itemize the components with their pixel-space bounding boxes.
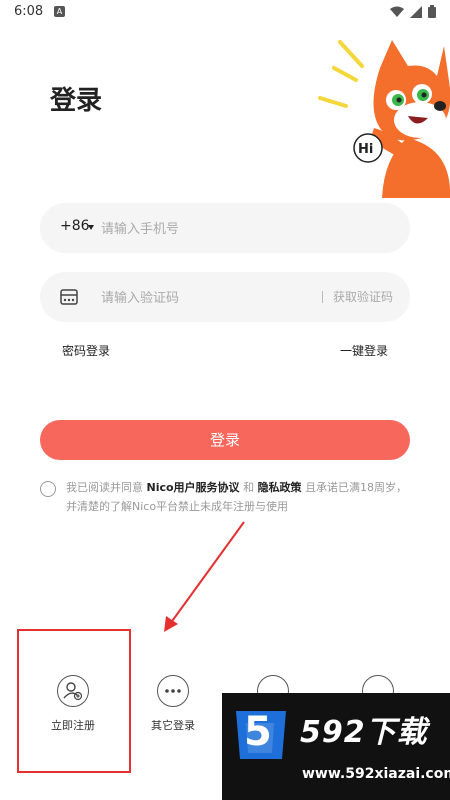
annotation-arrow [164,521,245,632]
privacy-link[interactable]: 隐私政策 [258,481,302,494]
app-notification-icon: A [54,6,65,17]
other-login-option[interactable]: 其它登录 [128,675,218,733]
page-title: 登录 [50,86,103,116]
watermark-brand: 592下载 [300,715,428,750]
watermark-banner: 5 592下载 www.592xiazai.com [222,693,450,800]
verification-code-input[interactable] [101,284,301,310]
phone-field[interactable]: +86 [40,203,410,253]
watermark-digit: 5 [244,709,272,755]
divider [322,291,323,303]
signal-icon [410,5,422,18]
terms-link[interactable]: Nico用户服务协议 [147,481,240,494]
register-option[interactable]: 立即注册 [28,675,118,733]
other-login-label[interactable]: 其它登录 [128,717,218,733]
status-icons [390,5,436,18]
agreement-text: 我已阅读并同意 Nico用户服务协议 和 隐私政策 且承诺已满18周岁，并清楚的… [66,478,416,516]
more-icon[interactable] [157,675,189,707]
fox-mascot-illustration [318,40,450,198]
one-key-login-link[interactable]: 一键登录 [340,342,388,359]
wifi-icon [390,6,404,17]
phone-input[interactable] [101,215,391,241]
battery-icon [428,5,436,18]
agreement-radio[interactable] [40,481,56,497]
get-code-button[interactable]: 获取验证码 [333,288,393,305]
add-user-icon[interactable] [57,675,89,707]
mascot-greeting: Hi [358,142,374,157]
agreement-prefix: 我已阅读并同意 [66,481,143,494]
login-button[interactable]: 登录 [40,420,410,460]
watermark-url: www.592xiazai.com [302,766,450,782]
verification-code-icon [60,289,78,305]
register-label[interactable]: 立即注册 [28,717,118,733]
verification-code-field[interactable]: 获取验证码 [40,272,410,322]
caret-down-icon[interactable] [88,225,94,230]
password-login-link[interactable]: 密码登录 [62,342,110,359]
status-time: 6:08 [14,4,44,19]
country-code-selector[interactable]: +86 [60,218,90,234]
agreement-and: 和 [243,481,255,494]
status-bar: 6:08 A [0,0,450,26]
